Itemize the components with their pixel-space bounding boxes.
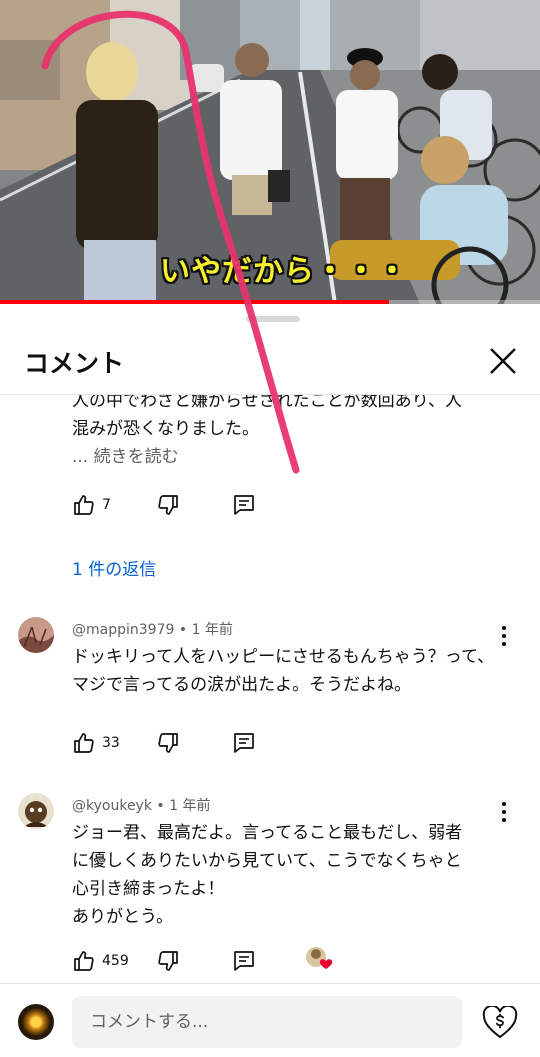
comment-text-line: に優しくありたいから見ていて、こうでなくちゃと (72, 851, 462, 871)
like-count: 7 (102, 497, 111, 513)
reply-button[interactable] (232, 947, 256, 975)
reply-button[interactable] (232, 491, 256, 519)
avatar[interactable] (18, 793, 54, 829)
thumb-up-icon (74, 951, 94, 971)
comment-time: 1 年前 (191, 622, 233, 638)
dislike-button[interactable] (156, 491, 180, 519)
meta-separator: • (156, 798, 170, 814)
thumb-down-icon (158, 951, 178, 971)
comment-text-line: ジョー君、最高だよ。言ってること最もだし、弱者 (72, 823, 463, 843)
comment-author[interactable]: @mappin3979 (72, 622, 174, 638)
comment-text: ジョー君、最高だよ。言ってること最もだし、弱者 に優しくありたいから見ていて、こ… (72, 819, 512, 931)
comment-text: 人の中でわざと嫌がらせされたことが数回あり、人 混みが恐くなりました。 ... … (72, 395, 512, 471)
avatar-image (18, 617, 54, 653)
comment-text-line: 人の中でわざと嫌がらせされたことが数回あり、人 (72, 395, 462, 411)
comment-meta: @kyoukeyk • 1 年前 (72, 795, 210, 815)
app-root: いやだから・・・ コメント 人の中でわざと嫌がらせされたことが数回あり、人 混み… (0, 0, 540, 1057)
comments-header: コメント (0, 330, 540, 395)
comment-text-line: 心引き締まったよ！ (72, 879, 225, 899)
comment-input[interactable] (72, 996, 462, 1048)
avatar-image (18, 793, 54, 829)
like-button[interactable]: 459 (72, 947, 129, 975)
thumb-down-icon (158, 495, 178, 515)
thumb-up-icon (74, 495, 94, 515)
close-icon (490, 348, 516, 374)
thumb-up-icon (74, 733, 94, 753)
view-replies-link[interactable]: 1 件の返信 (72, 555, 156, 580)
comment-text: ドッキリって人をハッピーにさせるもんちゃう？って、マジで言ってるの涙が出たよ。そ… (72, 647, 495, 695)
close-button[interactable] (486, 344, 520, 378)
user-avatar[interactable] (18, 1004, 54, 1040)
read-more-link[interactable]: ... 続きを読む (72, 443, 512, 471)
comment-actions: 459 (72, 947, 372, 975)
like-count: 33 (102, 735, 120, 751)
like-button[interactable]: 7 (72, 491, 111, 519)
drag-handle[interactable] (246, 316, 300, 322)
creator-heart-icon (306, 947, 333, 969)
like-count: 459 (102, 953, 129, 969)
comment-text-line: ありがとう。 (72, 907, 173, 927)
dislike-button[interactable] (156, 729, 180, 757)
video-caption: いやだから・・・ (160, 254, 408, 289)
super-thanks-heart-icon (482, 1004, 518, 1039)
avatar[interactable] (18, 617, 54, 653)
meta-separator: • (178, 622, 192, 638)
video-player[interactable]: いやだから・・・ (0, 0, 540, 304)
comment-reply-icon (234, 951, 254, 971)
thumb-down-icon (158, 733, 178, 753)
creator-heart-badge (304, 945, 338, 973)
comment-time: 1 年前 (169, 798, 211, 814)
comments-title: コメント (24, 349, 125, 378)
dislike-button[interactable] (156, 947, 180, 975)
comments-list[interactable]: 人の中でわざと嫌がらせされたことが数回あり、人 混みが恐くなりました。 ... … (0, 395, 540, 983)
comment-author[interactable]: @kyoukeyk (72, 798, 152, 814)
like-button[interactable]: 33 (72, 729, 120, 757)
comments-sheet: コメント 人の中でわざと嫌がらせされたことが数回あり、人 混みが恐くなりました。… (0, 304, 540, 1057)
comment-actions: 7 (72, 491, 372, 519)
super-thanks-button[interactable] (482, 1004, 518, 1040)
comment-reply-icon (234, 733, 254, 753)
reply-button[interactable] (232, 729, 256, 757)
comment-meta: @mappin3979 • 1 年前 (72, 619, 233, 639)
comment-text-line: 混みが恐くなりました。 (72, 419, 259, 439)
comment-actions: 33 (72, 729, 372, 757)
comment-composer (0, 983, 540, 1057)
comment-reply-icon (234, 495, 254, 515)
